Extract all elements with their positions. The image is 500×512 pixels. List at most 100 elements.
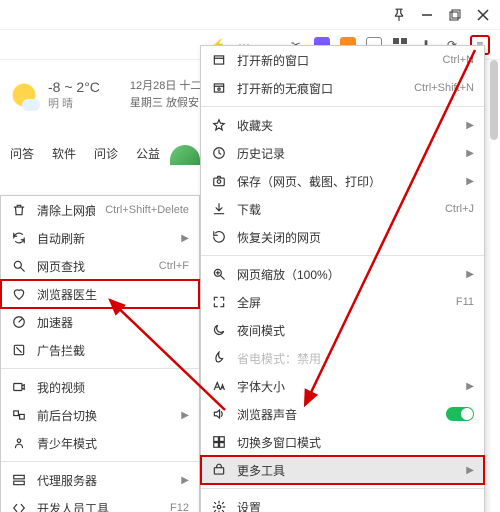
menu-separator [1,461,199,462]
submenu-arrow-icon: ▶ [466,176,474,187]
refresh-icon [11,230,27,246]
tools-item-heart[interactable]: 浏览器医生 [1,280,199,308]
adblock-icon [11,342,27,358]
menu-separator [201,106,484,107]
multiwin-icon [211,434,227,450]
menu-item-label: 全屏 [237,294,446,311]
moon-icon [211,322,227,338]
menu-item-label: 更多工具 [237,462,456,479]
menu-item-label: 网页查找 [37,258,149,275]
main-item-restore[interactable]: 恢复关闭的网页 [201,223,484,251]
teen-icon [11,435,27,451]
tab-software[interactable]: 软件 [52,145,76,162]
tools-submenu: 清除上网痕迹Ctrl+Shift+Delete自动刷新▶网页查找Ctrl+F浏览… [0,195,200,512]
zoom-icon [211,266,227,282]
menu-item-label: 浏览器医生 [37,286,189,303]
menu-shortcut: Ctrl+N [443,54,474,66]
menu-item-label: 收藏夹 [237,117,456,134]
menu-item-label: 广告拦截 [37,342,189,359]
main-item-multiwin[interactable]: 切换多窗口模式 [201,428,484,456]
menu-shortcut: Ctrl+F [159,260,189,272]
fullscreen-icon [211,294,227,310]
main-item-zoom[interactable]: 网页缩放（100%） ▶ [201,260,484,288]
menu-item-label: 自动刷新 [37,230,171,247]
camera-icon [211,173,227,189]
submenu-arrow-icon: ▶ [466,381,474,392]
tab-consult[interactable]: 问诊 [94,145,118,162]
tab-qa[interactable]: 问答 [10,145,34,162]
main-item-camera[interactable]: 保存（网页、截图、打印）▶ [201,167,484,195]
main-item-gear[interactable]: 设置 [201,493,484,512]
tools-icon [211,462,227,478]
page-scrollbar[interactable] [490,60,498,140]
menu-item-label: 打开新的窗口 [237,52,433,69]
menu-shortcut: F11 [456,296,474,308]
menu-item-label: 青少年模式 [37,435,189,452]
sound-toggle[interactable] [446,407,474,421]
tools-item-windows[interactable]: 前后台切换▶ [1,401,199,429]
submenu-arrow-icon: ▶ [181,475,189,486]
weather-sun-icon [10,81,38,109]
trash-icon [11,202,27,218]
dev-icon [11,500,27,512]
submenu-arrow-icon: ▶ [466,269,474,280]
menu-item-label: 网页缩放（100%） [237,266,456,283]
tools-item-adblock[interactable]: 广告拦截 [1,336,199,364]
menu-item-label: 代理服务器 [37,472,171,489]
submenu-arrow-icon: ▶ [466,465,474,476]
tools-item-video[interactable]: 我的视频 [1,373,199,401]
weather-temp: -8 ~ 2°C [48,79,100,95]
submenu-arrow-icon: ▶ [181,410,189,421]
menu-item-label: 夜间模式 [237,322,474,339]
tools-item-dev[interactable]: 开发人员工具 F12 [1,494,199,512]
menu-separator [201,255,484,256]
close-icon[interactable] [476,8,490,22]
main-item-font[interactable]: 字体大小▶ [201,372,484,400]
speed-icon [11,314,27,330]
menu-shortcut: F12 [170,502,189,512]
maximize-icon[interactable] [448,8,462,22]
main-item-star[interactable]: 收藏夹 ▶ [201,111,484,139]
menu-item-label: 打开新的无痕窗口 [237,80,404,97]
main-item-fullscreen[interactable]: 全屏 F11 [201,288,484,316]
main-item-tools[interactable]: 更多工具 ▶ [201,456,484,484]
menu-shortcut: Ctrl+J [445,203,474,215]
main-item-moon[interactable]: 夜间模式 [201,316,484,344]
main-item-eco: 省电模式：禁用 [201,344,484,372]
main-item-sound[interactable]: 浏览器声音 [201,400,484,428]
tools-item-proxy[interactable]: 代理服务器 ▶ [1,466,199,494]
menu-item-label: 切换多窗口模式 [237,434,474,451]
search-icon [11,258,27,274]
menu-item-label: 恢复关闭的网页 [237,229,474,246]
window-icon [211,52,227,68]
menu-item-label: 开发人员工具 [37,500,160,512]
main-item-window[interactable]: 打开新的窗口 Ctrl+N [201,46,484,74]
heart-icon [11,286,27,302]
windows-icon [11,407,27,423]
menu-shortcut: Ctrl+Shift+Delete [105,204,189,216]
submenu-arrow-icon: ▶ [466,120,474,131]
menu-separator [201,488,484,489]
history-icon [211,145,227,161]
proxy-icon [11,472,27,488]
menu-item-label: 浏览器声音 [237,406,436,423]
main-item-download[interactable]: 下载Ctrl+J [201,195,484,223]
main-menu: 打开新的窗口 Ctrl+N 打开新的无痕窗口Ctrl+Shift+N 收藏夹 ▶ 历史记录… [200,45,485,512]
main-item-incognito[interactable]: 打开新的无痕窗口Ctrl+Shift+N [201,74,484,102]
minimize-icon[interactable] [420,8,434,22]
menu-item-label: 我的视频 [37,379,189,396]
gear-icon [211,499,227,512]
tools-item-teen[interactable]: 青少年模式 [1,429,199,457]
tools-item-refresh[interactable]: 自动刷新▶ [1,224,199,252]
video-icon [11,379,27,395]
pin-icon[interactable] [392,8,406,22]
tab-charity[interactable]: 公益 [136,145,160,162]
main-item-history[interactable]: 历史记录▶ [201,139,484,167]
nav-tabs: 问答 软件 问诊 公益 [0,145,170,162]
star-icon [211,117,227,133]
tools-item-search[interactable]: 网页查找 Ctrl+F [1,252,199,280]
menu-item-label: 省电模式：禁用 [237,350,474,367]
menu-item-label: 历史记录 [237,145,456,162]
tools-item-trash[interactable]: 清除上网痕迹Ctrl+Shift+Delete [1,196,199,224]
tools-item-speed[interactable]: 加速器 [1,308,199,336]
